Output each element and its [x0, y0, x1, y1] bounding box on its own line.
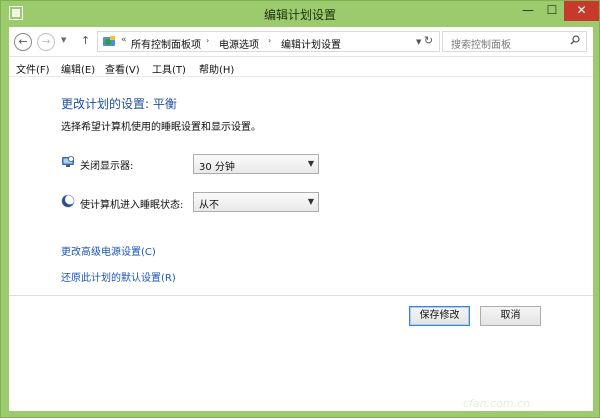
minimize-button[interactable]: —	[516, 1, 540, 21]
search-input[interactable]: 搜索控制面板	[442, 31, 587, 52]
advanced-power-settings-link[interactable]: 更改高级电源设置(C)	[61, 243, 156, 258]
recent-locations-dropdown[interactable]: ▼	[61, 36, 66, 44]
close-button[interactable]: ✕	[564, 1, 599, 21]
monitor-icon	[62, 156, 74, 167]
restore-defaults-link[interactable]: 还原此计划的默认设置(R)	[61, 269, 176, 284]
menu-edit[interactable]: 编辑(E)	[61, 61, 95, 76]
maximize-button[interactable]: ☐	[540, 1, 564, 21]
menu-help[interactable]: 帮助(H)	[199, 61, 234, 76]
breadcrumb-overflow[interactable]: «	[121, 35, 127, 45]
turn-off-display-select[interactable]: 30 分钟 ▼	[193, 154, 319, 174]
breadcrumb-separator[interactable]: ›	[206, 36, 209, 45]
search-icon[interactable]	[570, 35, 580, 45]
refresh-button[interactable]: ↻	[418, 31, 440, 52]
breadcrumb-separator[interactable]: ›	[268, 36, 271, 45]
sleep-value: 从不	[199, 200, 219, 211]
menu-tools[interactable]: 工具(T)	[152, 61, 186, 76]
sleep-select[interactable]: 从不 ▼	[193, 192, 319, 212]
control-panel-icon	[103, 36, 115, 46]
up-button[interactable]: ↑	[81, 34, 90, 47]
menu-file[interactable]: 文件(F)	[16, 61, 50, 76]
breadcrumb-edit-plan-settings[interactable]: 编辑计划设置	[281, 36, 341, 51]
cancel-button[interactable]: 取消	[480, 306, 541, 326]
page-subtitle: 选择希望计算机使用的睡眠设置和显示设置。	[61, 122, 261, 133]
moon-icon	[61, 194, 75, 208]
title-bar[interactable]: 编辑计划设置 — ☐ ✕	[1, 1, 599, 27]
chevron-down-icon: ▼	[307, 197, 314, 206]
breadcrumb-power-options[interactable]: 电源选项	[219, 36, 259, 51]
forward-button[interactable]: →	[37, 33, 55, 51]
menu-bar: 文件(F) 编辑(E) 查看(V) 工具(T) 帮助(H)	[9, 57, 593, 77]
watermark: cfan.com.cn	[463, 397, 531, 410]
save-changes-button[interactable]: 保存修改	[409, 306, 470, 326]
search-placeholder: 搜索控制面板	[451, 40, 511, 51]
window-title: 编辑计划设置	[263, 8, 336, 22]
back-button[interactable]: ←	[14, 33, 32, 51]
breadcrumb-all-control-panel-items[interactable]: 所有控制面板项	[131, 36, 201, 51]
sleep-label: 使计算机进入睡眠状态:	[80, 200, 184, 211]
main-content: 更改计划的设置: 平衡 选择希望计算机使用的睡眠设置和显示设置。 关闭显示器: …	[9, 77, 593, 411]
turn-off-display-label: 关闭显示器:	[80, 161, 134, 172]
turn-off-display-value: 30 分钟	[199, 162, 235, 173]
chevron-down-icon: ▼	[307, 159, 314, 168]
navigation-bar: ← → ▼ ↑ « 所有控制面板项 › 电源选项 › 编辑计划设置 ▼ ↻ 搜索…	[9, 27, 593, 57]
menu-view[interactable]: 查看(V)	[105, 61, 140, 76]
divider	[9, 295, 593, 296]
window: 编辑计划设置 — ☐ ✕ ← → ▼ ↑ « 所有控制面板项 › 电源选项 › …	[0, 0, 600, 418]
page-title: 更改计划的设置: 平衡	[61, 97, 177, 111]
address-bar[interactable]: « 所有控制面板项 › 电源选项 › 编辑计划设置 ▼	[97, 31, 440, 52]
